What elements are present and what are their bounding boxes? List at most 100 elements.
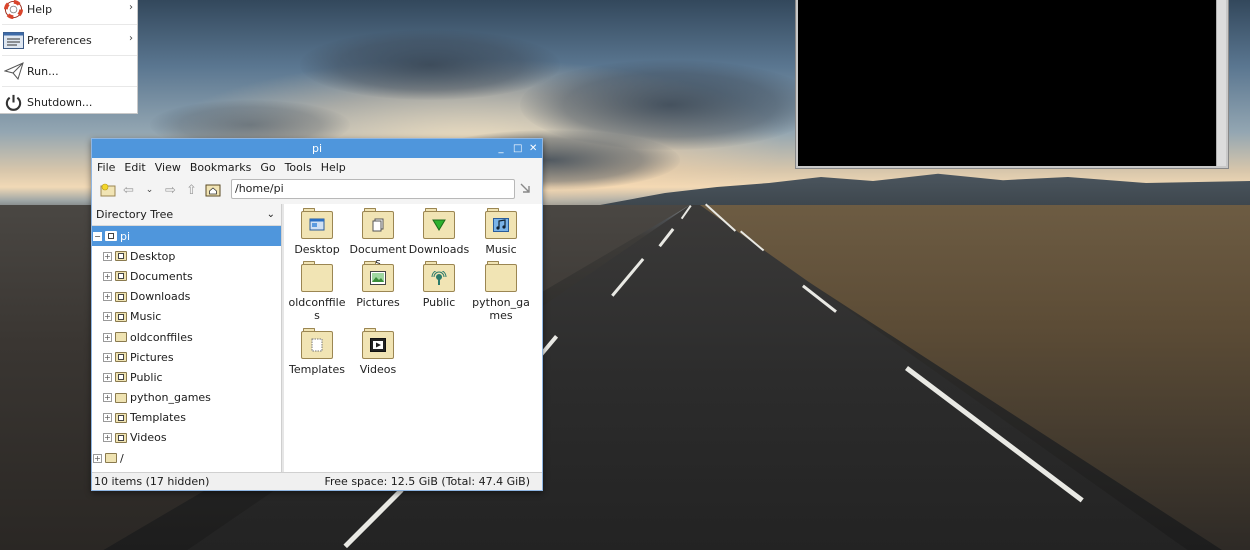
expand-icon[interactable]: +	[103, 292, 112, 302]
menu-bookmarks[interactable]: Bookmarks	[190, 161, 251, 174]
forward-button[interactable]: ⇨	[160, 180, 181, 200]
file-item-downloads[interactable]: Downloads	[408, 207, 470, 256]
home-button[interactable]	[202, 180, 223, 200]
expand-icon[interactable]: +	[103, 332, 112, 342]
tree-item[interactable]: + Pictures	[92, 347, 281, 367]
window-titlebar[interactable]: pi _ □ ✕	[92, 139, 542, 158]
go-button[interactable]	[518, 181, 534, 197]
expand-icon[interactable]: +	[103, 393, 112, 403]
expand-icon[interactable]: +	[93, 453, 102, 463]
file-item-label: python_games	[472, 296, 530, 322]
folder-icon	[362, 208, 394, 239]
tree-item-label: pi	[120, 229, 131, 243]
terminal-scrollbar[interactable]	[1216, 0, 1226, 166]
file-item-label: oldconffiles	[288, 296, 346, 322]
file-item-python_games[interactable]: python_games	[470, 260, 532, 322]
file-view: Desktop Documents Downloads Music oldconffil…	[284, 204, 542, 474]
tree-item[interactable]: + Documents	[92, 266, 281, 286]
paper-plane-icon	[3, 61, 24, 82]
file-item-pictures[interactable]: Pictures	[347, 260, 409, 309]
power-icon	[3, 92, 24, 113]
file-manager-body: Directory Tree ⌄ − pi + Desktop + Documents + D…	[92, 204, 542, 474]
file-item-public[interactable]: Public	[408, 260, 470, 309]
file-item-label: Videos	[359, 363, 397, 376]
file-item-templates[interactable]: Templates	[286, 327, 348, 376]
folder-icon	[423, 261, 455, 292]
menu-edit[interactable]: Edit	[124, 161, 145, 174]
tree-item[interactable]: + Music	[92, 307, 281, 327]
up-button[interactable]: ⇧	[181, 180, 202, 200]
status-free-space: Free space: 12.5 GiB (Total: 47.4 GiB)	[324, 475, 530, 488]
expand-icon[interactable]: +	[103, 413, 112, 423]
folder-emblem	[118, 253, 124, 260]
tree-item-label: Music	[130, 310, 162, 324]
file-item-label: Music	[485, 243, 517, 256]
tree-item[interactable]: + /	[92, 448, 281, 468]
music-emblem-icon	[493, 218, 509, 232]
expand-icon[interactable]: +	[103, 271, 112, 281]
history-dropdown-button[interactable]: ⌄	[139, 180, 160, 200]
expand-icon[interactable]: +	[103, 433, 112, 443]
expand-icon[interactable]: +	[103, 352, 112, 362]
menu-go[interactable]: Go	[260, 161, 275, 174]
folder-icon	[115, 432, 127, 443]
documents-emblem-icon	[370, 218, 386, 232]
status-bar: 10 items (17 hidden) Free space: 12.5 Gi…	[92, 472, 542, 490]
arrow-up-icon: ⇧	[186, 182, 197, 198]
tree-item[interactable]: + Downloads	[92, 287, 281, 307]
collapse-icon[interactable]: −	[93, 231, 102, 241]
file-item-desktop[interactable]: Desktop	[286, 207, 348, 256]
start-menu: Help › Preferences › Run... Shutdown...	[0, 0, 138, 114]
new-tab-button[interactable]	[97, 180, 118, 200]
file-manager-window: pi _ □ ✕ File Edit View Bookmarks Go Too…	[91, 138, 543, 491]
expand-icon[interactable]: +	[103, 312, 112, 322]
side-pane-mode-label: Directory Tree	[96, 208, 174, 221]
cloud	[300, 30, 560, 100]
pictures-emblem-icon	[370, 271, 386, 285]
menubar: File Edit View Bookmarks Go Tools Help	[92, 158, 542, 177]
file-item-label: Templates	[289, 363, 345, 376]
tree-item[interactable]: + Templates	[92, 408, 281, 428]
folder-emblem	[118, 313, 124, 320]
expand-icon[interactable]: +	[103, 251, 112, 261]
menu-file[interactable]: File	[97, 161, 115, 174]
tree-item[interactable]: + Videos	[92, 428, 281, 448]
folder-icon	[115, 291, 127, 302]
file-item-oldconffiles[interactable]: oldconffiles	[286, 260, 348, 322]
menu-item-shutdown[interactable]: Shutdown...	[0, 87, 137, 117]
terminal-window[interactable]	[796, 0, 1228, 168]
menu-item-run[interactable]: Run...	[0, 56, 137, 86]
folder-emblem	[108, 233, 114, 240]
desktop-emblem-icon	[309, 218, 325, 232]
menu-item-label: Preferences	[27, 33, 92, 47]
folder-icon	[105, 231, 117, 242]
folder-emblem	[118, 273, 124, 280]
tree-item[interactable]: + Public	[92, 367, 281, 387]
expand-icon[interactable]: +	[103, 372, 112, 382]
folder-emblem	[118, 293, 124, 300]
file-item-label: Desktop	[294, 243, 340, 256]
tree-item[interactable]: + oldconffiles	[92, 327, 281, 347]
close-button[interactable]: ✕	[529, 139, 537, 158]
tree-item[interactable]: − pi	[92, 226, 281, 247]
file-item-music[interactable]: Music	[470, 207, 532, 256]
toolbar: ⇦ ⌄ ⇨ ⇧ /home/pi	[92, 177, 542, 203]
maximize-button[interactable]: □	[513, 139, 522, 158]
tree-item[interactable]: + python_games	[92, 388, 281, 408]
tree-item[interactable]: + Desktop	[92, 246, 281, 266]
minimize-button[interactable]: _	[497, 139, 505, 158]
tree-item-label: Downloads	[130, 290, 191, 304]
menu-tools[interactable]: Tools	[285, 161, 312, 174]
menu-item-preferences[interactable]: Preferences ›	[0, 25, 137, 55]
folder-icon	[301, 328, 333, 359]
menu-view[interactable]: View	[155, 161, 181, 174]
file-item-videos[interactable]: Videos	[347, 327, 409, 376]
tree-item-label: Pictures	[130, 350, 174, 364]
side-pane-mode-select[interactable]: Directory Tree ⌄	[92, 204, 281, 225]
path-input[interactable]: /home/pi	[231, 179, 515, 199]
folder-emblem	[118, 414, 124, 421]
menu-item-help[interactable]: Help ›	[0, 0, 137, 24]
templates-emblem-icon	[309, 338, 325, 352]
menu-help[interactable]: Help	[321, 161, 346, 174]
back-button[interactable]: ⇦	[118, 180, 139, 200]
